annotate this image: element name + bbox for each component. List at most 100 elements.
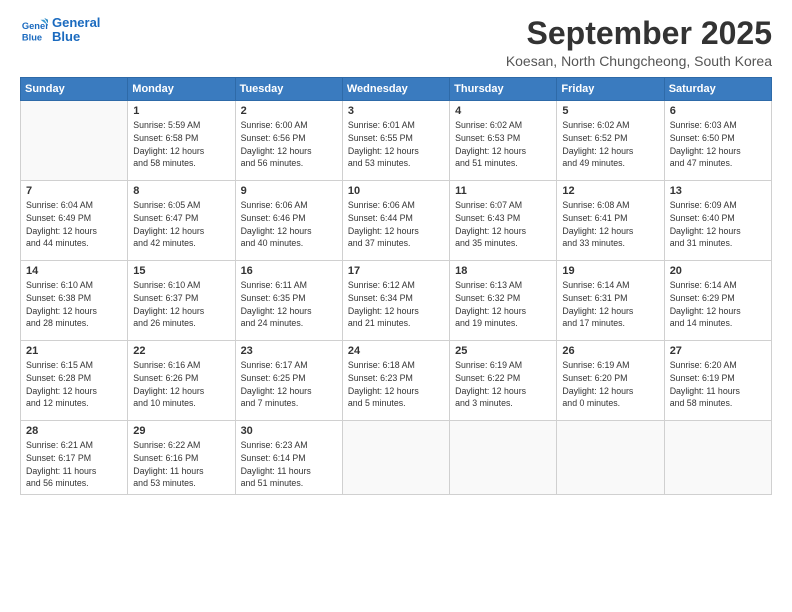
calendar-cell: 29 Sunrise: 6:22 AMSunset: 6:16 PMDayligh… <box>128 421 235 495</box>
day-info: Sunrise: 6:23 AMSunset: 6:14 PMDaylight:… <box>241 439 337 490</box>
day-number: 27 <box>670 345 766 357</box>
day-number: 7 <box>26 185 122 197</box>
calendar-cell <box>342 421 449 495</box>
day-number: 12 <box>562 185 658 197</box>
day-number: 9 <box>241 185 337 197</box>
day-number: 14 <box>26 265 122 277</box>
day-number: 29 <box>133 425 229 437</box>
day-info: Sunrise: 5:59 AMSunset: 6:58 PMDaylight:… <box>133 119 229 170</box>
day-number: 1 <box>133 105 229 117</box>
day-info: Sunrise: 6:19 AMSunset: 6:22 PMDaylight:… <box>455 359 551 410</box>
day-number: 2 <box>241 105 337 117</box>
day-number: 19 <box>562 265 658 277</box>
day-number: 13 <box>670 185 766 197</box>
day-number: 4 <box>455 105 551 117</box>
calendar-cell: 15Sunrise: 6:10 AMSunset: 6:37 PMDayligh… <box>128 261 235 341</box>
day-info: Sunrise: 6:14 AMSunset: 6:29 PMDaylight:… <box>670 279 766 330</box>
calendar-cell: 28Sunrise: 6:21 AMSunset: 6:17 PMDayligh… <box>21 421 128 495</box>
day-info: Sunrise: 6:13 AMSunset: 6:32 PMDaylight:… <box>455 279 551 330</box>
calendar-cell: 25 Sunrise: 6:19 AMSunset: 6:22 PMDayligh… <box>450 341 557 421</box>
day-info: Sunrise: 6:09 AMSunset: 6:40 PMDaylight:… <box>670 199 766 250</box>
page: General Blue General Blue September 2025… <box>0 0 792 612</box>
calendar-cell: 8 Sunrise: 6:05 AMSunset: 6:47 PMDaylight… <box>128 181 235 261</box>
calendar-cell: 30 Sunrise: 6:23 AMSunset: 6:14 PMDayligh… <box>235 421 342 495</box>
calendar-cell: 19 Sunrise: 6:14 AMSunset: 6:31 PMDayligh… <box>557 261 664 341</box>
day-number: 18 <box>455 265 551 277</box>
logo: General Blue General Blue <box>20 16 100 45</box>
calendar-cell: 27 Sunrise: 6:20 AMSunset: 6:19 PMDayligh… <box>664 341 771 421</box>
svg-text:General: General <box>22 21 48 31</box>
calendar-week-row: 1 Sunrise: 5:59 AMSunset: 6:58 PMDaylight… <box>21 101 772 181</box>
day-number: 23 <box>241 345 337 357</box>
svg-text:Blue: Blue <box>22 33 42 43</box>
calendar-cell <box>21 101 128 181</box>
calendar-cell: 1 Sunrise: 5:59 AMSunset: 6:58 PMDaylight… <box>128 101 235 181</box>
day-number: 21 <box>26 345 122 357</box>
day-info: Sunrise: 6:19 AMSunset: 6:20 PMDaylight:… <box>562 359 658 410</box>
day-info: Sunrise: 6:07 AMSunset: 6:43 PMDaylight:… <box>455 199 551 250</box>
day-number: 30 <box>241 425 337 437</box>
calendar-cell: 3Sunrise: 6:01 AMSunset: 6:55 PMDaylight… <box>342 101 449 181</box>
calendar-cell: 24Sunrise: 6:18 AMSunset: 6:23 PMDayligh… <box>342 341 449 421</box>
day-info: Sunrise: 6:03 AMSunset: 6:50 PMDaylight:… <box>670 119 766 170</box>
day-number: 5 <box>562 105 658 117</box>
calendar-weekday-monday: Monday <box>128 78 235 101</box>
day-number: 3 <box>348 105 444 117</box>
day-number: 8 <box>133 185 229 197</box>
day-info: Sunrise: 6:10 AMSunset: 6:38 PMDaylight:… <box>26 279 122 330</box>
day-info: Sunrise: 6:10 AMSunset: 6:37 PMDaylight:… <box>133 279 229 330</box>
day-info: Sunrise: 6:04 AMSunset: 6:49 PMDaylight:… <box>26 199 122 250</box>
calendar-cell: 20 Sunrise: 6:14 AMSunset: 6:29 PMDayligh… <box>664 261 771 341</box>
day-number: 16 <box>241 265 337 277</box>
calendar-cell: 23 Sunrise: 6:17 AMSunset: 6:25 PMDayligh… <box>235 341 342 421</box>
day-info: Sunrise: 6:08 AMSunset: 6:41 PMDaylight:… <box>562 199 658 250</box>
calendar-cell: 13 Sunrise: 6:09 AMSunset: 6:40 PMDayligh… <box>664 181 771 261</box>
day-info: Sunrise: 6:12 AMSunset: 6:34 PMDaylight:… <box>348 279 444 330</box>
calendar-cell: 12 Sunrise: 6:08 AMSunset: 6:41 PMDayligh… <box>557 181 664 261</box>
title-block: September 2025 Koesan, North Chungcheong… <box>506 16 772 69</box>
calendar-cell: 6 Sunrise: 6:03 AMSunset: 6:50 PMDaylight… <box>664 101 771 181</box>
day-info: Sunrise: 6:06 AMSunset: 6:44 PMDaylight:… <box>348 199 444 250</box>
day-number: 22 <box>133 345 229 357</box>
day-number: 20 <box>670 265 766 277</box>
calendar-cell: 16 Sunrise: 6:11 AMSunset: 6:35 PMDayligh… <box>235 261 342 341</box>
logo-general: General <box>52 16 100 30</box>
main-title: September 2025 <box>506 16 772 51</box>
day-info: Sunrise: 6:15 AMSunset: 6:28 PMDaylight:… <box>26 359 122 410</box>
day-info: Sunrise: 6:00 AMSunset: 6:56 PMDaylight:… <box>241 119 337 170</box>
calendar-cell: 26 Sunrise: 6:19 AMSunset: 6:20 PMDayligh… <box>557 341 664 421</box>
calendar-cell <box>664 421 771 495</box>
day-number: 6 <box>670 105 766 117</box>
day-info: Sunrise: 6:22 AMSunset: 6:16 PMDaylight:… <box>133 439 229 490</box>
day-info: Sunrise: 6:21 AMSunset: 6:17 PMDaylight:… <box>26 439 122 490</box>
calendar-cell: 14 Sunrise: 6:10 AMSunset: 6:38 PMDayligh… <box>21 261 128 341</box>
day-number: 10 <box>348 185 444 197</box>
calendar-cell <box>557 421 664 495</box>
header: General Blue General Blue September 2025… <box>20 16 772 69</box>
calendar-cell: 5Sunrise: 6:02 AMSunset: 6:52 PMDaylight… <box>557 101 664 181</box>
calendar-cell: 10 Sunrise: 6:06 AMSunset: 6:44 PMDayligh… <box>342 181 449 261</box>
day-number: 26 <box>562 345 658 357</box>
day-info: Sunrise: 6:20 AMSunset: 6:19 PMDaylight:… <box>670 359 766 410</box>
day-number: 17 <box>348 265 444 277</box>
calendar-cell: 17 Sunrise: 6:12 AMSunset: 6:34 PMDayligh… <box>342 261 449 341</box>
day-info: Sunrise: 6:02 AMSunset: 6:53 PMDaylight:… <box>455 119 551 170</box>
calendar-cell: 2 Sunrise: 6:00 AMSunset: 6:56 PMDaylight… <box>235 101 342 181</box>
day-info: Sunrise: 6:17 AMSunset: 6:25 PMDaylight:… <box>241 359 337 410</box>
calendar-cell: 7 Sunrise: 6:04 AMSunset: 6:49 PMDaylight… <box>21 181 128 261</box>
logo-icon: General Blue <box>20 16 48 44</box>
day-number: 24 <box>348 345 444 357</box>
day-info: Sunrise: 6:14 AMSunset: 6:31 PMDaylight:… <box>562 279 658 330</box>
logo-blue: Blue <box>52 30 100 44</box>
calendar-weekday-tuesday: Tuesday <box>235 78 342 101</box>
calendar-week-row: 21 Sunrise: 6:15 AMSunset: 6:28 PMDayligh… <box>21 341 772 421</box>
calendar-cell: 4 Sunrise: 6:02 AMSunset: 6:53 PMDaylight… <box>450 101 557 181</box>
day-number: 25 <box>455 345 551 357</box>
calendar-header-row: SundayMondayTuesdayWednesdayThursdayFrid… <box>21 78 772 101</box>
calendar-week-row: 7 Sunrise: 6:04 AMSunset: 6:49 PMDaylight… <box>21 181 772 261</box>
day-info: Sunrise: 6:05 AMSunset: 6:47 PMDaylight:… <box>133 199 229 250</box>
day-info: Sunrise: 6:11 AMSunset: 6:35 PMDaylight:… <box>241 279 337 330</box>
day-number: 11 <box>455 185 551 197</box>
calendar-week-row: 14 Sunrise: 6:10 AMSunset: 6:38 PMDayligh… <box>21 261 772 341</box>
calendar-weekday-wednesday: Wednesday <box>342 78 449 101</box>
